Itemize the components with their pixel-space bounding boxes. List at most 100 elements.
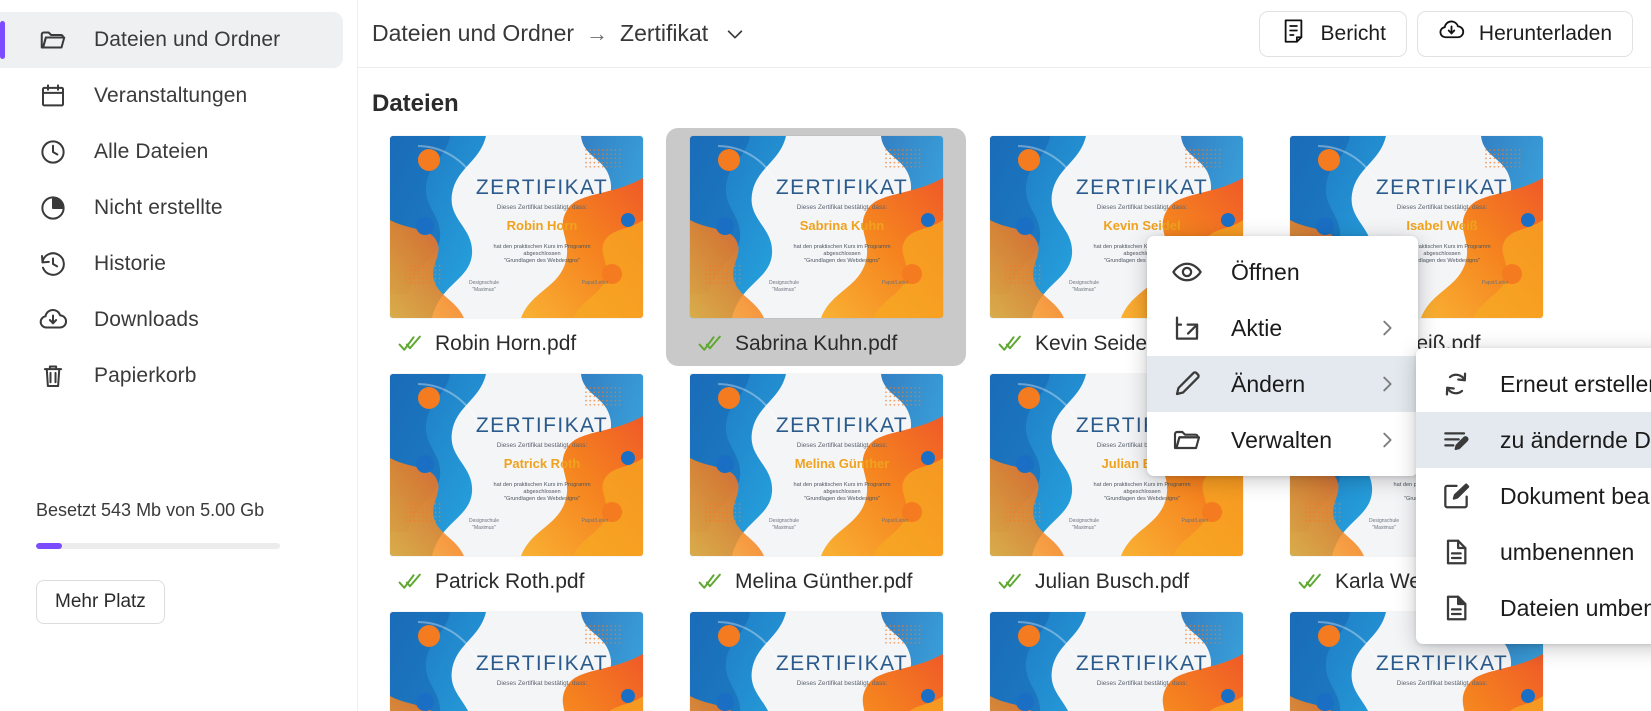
svg-text:abgeschlossen: abgeschlossen — [823, 251, 860, 257]
sidebar-nav: Dateien und Ordner Veranstaltungen Alle Da… — [0, 12, 357, 404]
menu-item-zu-ändernde-daten[interactable]: zu ändernde Daten — [1416, 412, 1651, 468]
svg-text:ZERTIFIKAT: ZERTIFIKAT — [775, 414, 907, 437]
svg-text:"Grundlagen des Webdesigns": "Grundlagen des Webdesigns" — [1103, 496, 1179, 502]
svg-text:"Maximus": "Maximus" — [1372, 525, 1396, 531]
menu-item-label: zu ändernde Daten — [1500, 426, 1651, 453]
svg-text:hat den praktischen Kurs im Pr: hat den praktischen Kurs im Programm — [493, 482, 590, 488]
double-check-icon — [398, 569, 423, 594]
chevron-right-icon — [1376, 373, 1398, 395]
file-card[interactable]: ZERTIFIKAT Dieses Zertifikat bestätigt, d… — [666, 604, 966, 711]
menu-item-label: umbenennen — [1500, 538, 1635, 565]
sidebar-item-nicht-erstellte[interactable]: Nicht erstellte — [0, 180, 343, 236]
svg-text:ZERTIFIKAT: ZERTIFIKAT — [775, 652, 907, 675]
svg-text:hat den praktischen Kurs im Pr: hat den praktischen Kurs im Programm — [493, 244, 590, 250]
file-name-row: Julian Busch.pdf — [976, 569, 1256, 594]
download-button[interactable]: Herunterladen — [1416, 10, 1633, 57]
svg-text:abgeschlossen: abgeschlossen — [1423, 251, 1460, 257]
file-thumbnail[interactable]: ZERTIFIKAT Dieses Zertifikat bestätigt, d… — [689, 612, 943, 711]
download-button-label: Herunterladen — [1478, 21, 1612, 45]
menu-item-label: Dateien umbenennen — [1500, 594, 1651, 621]
svg-text:Melina Günther: Melina Günther — [794, 456, 889, 471]
svg-text:"Grundlagen des Webdesigns": "Grundlagen des Webdesigns" — [503, 258, 579, 264]
menu-item-öffnen[interactable]: Öffnen — [1147, 244, 1418, 300]
svg-text:abgeschlossen: abgeschlossen — [823, 489, 860, 495]
breadcrumb: Dateien und Ordner → Zertifikat — [372, 20, 746, 47]
svg-text:"Maximus": "Maximus" — [772, 287, 796, 293]
report-button[interactable]: Bericht — [1258, 10, 1407, 57]
file-card[interactable]: ZERTIFIKAT Dieses Zertifikat bestätigt, d… — [366, 604, 666, 711]
sidebar-item-papierkorb[interactable]: Papierkorb — [0, 348, 343, 404]
file-card[interactable]: ZERTIFIKAT Dieses Zertifikat bestätigt, d… — [666, 366, 966, 604]
share-icon — [1171, 312, 1203, 344]
svg-text:Dieses Zertifikat bestätigt, d: Dieses Zertifikat bestätigt, dass: — [1096, 204, 1187, 211]
svg-text:Patrick Roth: Patrick Roth — [503, 456, 580, 471]
svg-text:Dieses Zertifikat bestätigt, d: Dieses Zertifikat bestätigt, dass: — [1396, 204, 1487, 211]
file-name-row: Patrick Roth.pdf — [376, 569, 656, 594]
svg-text:"Grundlagen des Webdesigns": "Grundlagen des Webdesigns" — [803, 496, 879, 502]
sidebar-item-downloads[interactable]: Downloads — [0, 292, 343, 348]
file-name-row: Robin Horn.pdf — [376, 331, 656, 356]
file-thumbnail[interactable]: ZERTIFIKAT Dieses Zertifikat bestätigt, d… — [389, 612, 643, 711]
context-submenu: Erneut erstellen zu ändernde Daten Dokumen… — [1416, 348, 1651, 644]
pie-chart-icon — [38, 193, 68, 223]
file-thumbnail[interactable]: ZERTIFIKAT Dieses Zertifikat bestätigt, d… — [989, 612, 1243, 711]
sidebar-item-label: Dateien und Ordner — [94, 28, 281, 51]
svg-text:Designschule: Designschule — [468, 518, 498, 524]
edit-lines-icon — [1440, 424, 1472, 456]
breadcrumb-item-root[interactable]: Dateien und Ordner — [372, 20, 574, 47]
chevron-down-icon[interactable] — [724, 23, 746, 45]
menu-item-aktie[interactable]: Aktie — [1147, 300, 1418, 356]
menu-item-dokument-bearbeiten[interactable]: Dokument bearbeiten — [1416, 468, 1651, 524]
menu-item-dateien-umbenennen[interactable]: Dateien umbenennen — [1416, 580, 1651, 636]
menu-item-label: Dokument bearbeiten — [1500, 482, 1651, 509]
cloud-download-icon — [1438, 17, 1465, 50]
file-thumbnail[interactable]: ZERTIFIKAT Dieses Zertifikat bestätigt, d… — [689, 136, 943, 318]
svg-text:Dieses Zertifikat bestätigt, d: Dieses Zertifikat bestätigt, dass: — [496, 204, 587, 211]
breadcrumb-item-current[interactable]: Zertifikat — [620, 20, 708, 47]
menu-item-label: Verwalten — [1231, 426, 1333, 453]
sidebar-item-alle-dateien[interactable]: Alle Dateien — [0, 124, 343, 180]
folder-icon — [1171, 424, 1203, 456]
double-check-icon — [1298, 569, 1323, 594]
more-space-button[interactable]: Mehr Platz — [36, 580, 165, 624]
svg-text:ZERTIFIKAT: ZERTIFIKAT — [1075, 176, 1207, 199]
file-name-row: Sabrina Kuhn.pdf — [676, 331, 956, 356]
chevron-right-icon — [1376, 317, 1398, 339]
storage-text: Besetzt 543 Mb von 5.00 Gb — [36, 500, 265, 520]
menu-item-verwalten[interactable]: Verwalten — [1147, 412, 1418, 468]
file-card[interactable]: ZERTIFIKAT Dieses Zertifikat bestätigt, d… — [966, 604, 1266, 711]
file-thumbnail[interactable]: ZERTIFIKAT Dieses Zertifikat bestätigt, d… — [389, 374, 643, 556]
menu-item-umbenennen[interactable]: umbenennen — [1416, 524, 1651, 580]
double-check-icon — [398, 331, 423, 356]
svg-text:Robin Horn: Robin Horn — [506, 218, 577, 233]
cloud-download-icon — [38, 305, 68, 335]
svg-text:Kevin Seidel: Kevin Seidel — [1103, 218, 1180, 233]
sidebar-item-label: Downloads — [94, 308, 199, 331]
storage-bar — [36, 543, 280, 549]
eye-icon — [1171, 256, 1203, 288]
sidebar-item-veranstaltungen[interactable]: Veranstaltungen — [0, 68, 343, 124]
file-card[interactable]: ZERTIFIKAT Dieses Zertifikat bestätigt, d… — [666, 128, 966, 366]
svg-text:"Grundlagen des Webdesigns": "Grundlagen des Webdesigns" — [503, 496, 579, 502]
file-card[interactable]: ZERTIFIKAT Dieses Zertifikat bestätigt, d… — [366, 128, 666, 366]
document-icon — [1440, 536, 1472, 568]
report-icon — [1280, 17, 1307, 50]
app-root: Dateien und Ordner Veranstaltungen Alle Da… — [0, 0, 1651, 711]
svg-text:"Maximus": "Maximus" — [1072, 525, 1096, 531]
file-thumbnail[interactable]: ZERTIFIKAT Dieses Zertifikat bestätigt, d… — [689, 374, 943, 556]
svg-text:Dieses Zertifikat bestätigt, d: Dieses Zertifikat bestätigt, dass: — [496, 680, 587, 687]
sidebar-item-historie[interactable]: Historie — [0, 236, 343, 292]
svg-text:Isabel Weiß: Isabel Weiß — [1406, 218, 1477, 233]
menu-item-ändern[interactable]: Ändern — [1147, 356, 1418, 412]
topbar-actions: Bericht Herunterladen — [1258, 10, 1637, 57]
calendar-icon — [38, 81, 68, 111]
sidebar: Dateien und Ordner Veranstaltungen Alle Da… — [0, 0, 358, 711]
double-check-icon — [998, 569, 1023, 594]
menu-item-label: Öffnen — [1231, 258, 1300, 285]
file-card[interactable]: ZERTIFIKAT Dieses Zertifikat bestätigt, d… — [366, 366, 666, 604]
sidebar-item-dateien-und-ordner[interactable]: Dateien und Ordner — [0, 12, 343, 68]
menu-item-erneut-erstellen[interactable]: Erneut erstellen — [1416, 356, 1651, 412]
documents-icon — [1440, 592, 1472, 624]
file-thumbnail[interactable]: ZERTIFIKAT Dieses Zertifikat bestätigt, d… — [389, 136, 643, 318]
svg-text:Papst/Leiter: Papst/Leiter — [1181, 518, 1208, 524]
